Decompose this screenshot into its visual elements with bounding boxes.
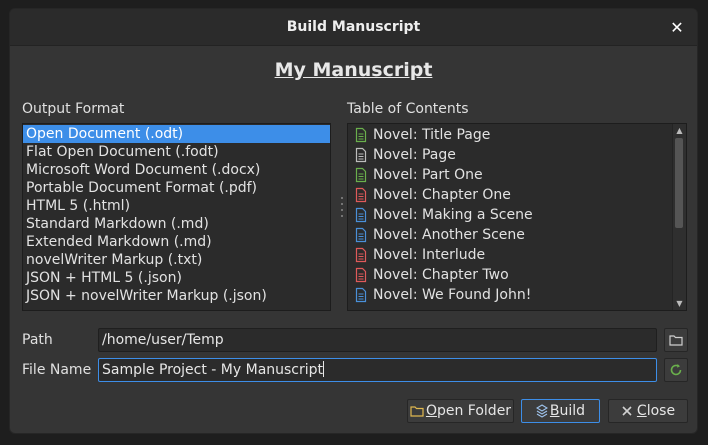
file-name-value: Sample Project - My Manuscript — [102, 362, 324, 378]
toc-item[interactable]: Novel: Another Scene — [348, 225, 686, 245]
close-button[interactable]: Close — [608, 399, 688, 423]
file-name-input[interactable]: Sample Project - My Manuscript — [98, 358, 657, 382]
close-mnemonic: C — [636, 403, 647, 419]
toc-item-label: Novel: Interlude — [373, 247, 486, 263]
toc-item[interactable]: Novel: Interlude — [348, 245, 686, 265]
output-format-item[interactable]: novelWriter Markup (.txt) — [23, 251, 330, 269]
text-caret — [323, 361, 325, 377]
toc-item-label: Novel: Making a Scene — [373, 207, 533, 223]
build-manuscript-dialog: Build Manuscript ✕ My Manuscript Output … — [9, 8, 698, 434]
file-name-label: File Name — [22, 362, 92, 378]
output-format-item[interactable]: Flat Open Document (.fodt) — [23, 143, 330, 161]
scroll-down-arrow-icon[interactable]: ▼ — [673, 297, 686, 310]
build-button[interactable]: Build — [521, 399, 600, 423]
browse-folder-button[interactable] — [664, 328, 688, 352]
window-title: Build Manuscript — [286, 19, 421, 35]
title-bar: Build Manuscript ✕ — [10, 9, 697, 46]
toc-scrollbar[interactable]: ▲ ▼ — [672, 124, 686, 310]
document-icon — [355, 127, 367, 143]
toc-item-label: Novel: Chapter Two — [373, 267, 509, 283]
toc-item[interactable]: Novel: Title Page — [348, 125, 686, 145]
close-icon: ✕ — [670, 17, 684, 37]
toc-label: Table of Contents — [347, 101, 469, 117]
document-icon — [355, 207, 367, 223]
toc-item[interactable]: Novel: Part One — [348, 165, 686, 185]
output-format-item[interactable]: JSON + novelWriter Markup (.json) — [23, 287, 330, 305]
toc-item[interactable]: Novel: Chapter Two — [348, 265, 686, 285]
output-format-item[interactable]: Extended Markdown (.md) — [23, 233, 330, 251]
toc-item-label: Novel: Chapter One — [373, 187, 511, 203]
toc-item[interactable]: Novel: We Found John! — [348, 285, 686, 305]
open-folder-button[interactable]: Open Folder — [407, 399, 514, 423]
scroll-up-arrow-icon[interactable]: ▲ — [673, 124, 686, 137]
open-folder-mnemonic: O — [425, 403, 437, 419]
window-close-button[interactable]: ✕ — [665, 15, 689, 39]
build-mnemonic: B — [549, 403, 560, 419]
open-folder-label: pen Folder — [436, 403, 512, 419]
build-label: uild — [559, 403, 586, 419]
folder-icon — [669, 335, 683, 346]
path-input[interactable]: /home/user/Temp — [98, 328, 657, 352]
layers-icon — [535, 404, 548, 418]
document-icon — [355, 147, 367, 163]
close-label: lose — [646, 403, 676, 419]
toc-item-label: Novel: Page — [373, 147, 456, 163]
manuscript-heading: My Manuscript — [274, 59, 433, 81]
panel-splitter-handle[interactable] — [340, 197, 344, 217]
refresh-icon — [670, 364, 682, 376]
toc-list[interactable]: Novel: Title Page Novel: Page Novel: Part … — [347, 123, 687, 311]
document-icon — [355, 187, 367, 203]
document-icon — [355, 287, 367, 303]
toc-item-label: Novel: We Found John! — [373, 287, 532, 303]
toc-item-label: Novel: Another Scene — [373, 227, 525, 243]
toc-item-label: Novel: Title Page — [373, 127, 491, 143]
toc-item[interactable]: Novel: Page — [348, 145, 686, 165]
output-format-item[interactable]: HTML 5 (.html) — [23, 197, 330, 215]
toc-item[interactable]: Novel: Making a Scene — [348, 205, 686, 225]
output-format-item[interactable]: Microsoft Word Document (.docx) — [23, 161, 330, 179]
scrollbar-thumb[interactable] — [675, 138, 683, 228]
document-icon — [355, 227, 367, 243]
document-icon — [355, 247, 367, 263]
toc-item-label: Novel: Part One — [373, 167, 483, 183]
close-icon — [622, 406, 632, 416]
output-format-label: Output Format — [22, 101, 125, 117]
toc-item[interactable]: Novel: Chapter One — [348, 185, 686, 205]
document-icon — [355, 267, 367, 283]
folder-icon — [410, 406, 424, 417]
output-format-item[interactable]: JSON + HTML 5 (.json) — [23, 269, 330, 287]
path-label: Path — [22, 332, 53, 348]
output-format-list[interactable]: Open Document (.odt) Flat Open Document (… — [22, 123, 331, 311]
document-icon — [355, 167, 367, 183]
output-format-item[interactable]: Portable Document Format (.pdf) — [23, 179, 330, 197]
output-format-item[interactable]: Standard Markdown (.md) — [23, 215, 330, 233]
reset-file-name-button[interactable] — [664, 358, 688, 382]
output-format-item[interactable]: Open Document (.odt) — [23, 125, 330, 143]
